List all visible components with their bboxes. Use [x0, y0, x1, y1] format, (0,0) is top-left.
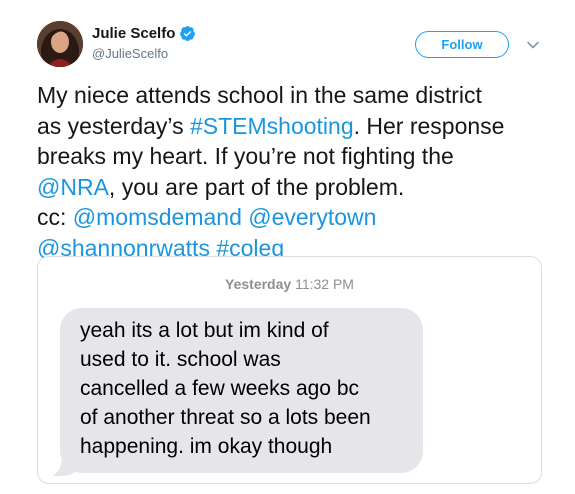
message-line: of another threat so a lots been — [80, 406, 371, 429]
tweet-line: @NRA, you are part of the problem. — [37, 172, 557, 203]
tweet-text-fragment: cc: — [37, 204, 73, 230]
tweet-line: breaks my heart. If you’re not fighting … — [37, 141, 557, 172]
message-line: happening. im okay though — [80, 435, 333, 458]
author-handle[interactable]: @JulieScelfo — [92, 46, 168, 61]
tweet-text-fragment: as yesterday’s — [37, 112, 190, 139]
mention-link[interactable]: @everytown — [248, 204, 376, 230]
author-display-name[interactable]: Julie Scelfo — [92, 25, 175, 42]
tweet-text: My niece attends school in the same dist… — [37, 80, 557, 263]
message-bubble-text: yeah its a lot but im kind of used to it.… — [80, 316, 420, 461]
message-timestamp: Yesterday 11:32 PM — [38, 276, 541, 292]
tweet-line: cc: @momsdemand @everytown — [37, 202, 557, 233]
message-timestamp-time: 11:32 PM — [295, 276, 354, 292]
tweet-line: as yesterday’s #STEMshooting. Her respon… — [37, 111, 557, 142]
follow-button[interactable]: Follow — [415, 31, 509, 58]
hashtag-link[interactable]: #STEMshooting — [190, 113, 354, 139]
tweet-text-fragment: breaks my heart. If you’re not fighting … — [37, 143, 454, 169]
message-line: yeah its a lot but im kind of — [80, 319, 329, 342]
message-line: used to it. school was — [80, 348, 281, 371]
tweet-text-fragment: My niece attends school in the same dist… — [37, 82, 482, 108]
tweet-text-fragment: , you are part of the problem. — [108, 173, 405, 200]
tweet-text-fragment: . Her response — [353, 112, 505, 139]
chevron-down-icon[interactable] — [526, 38, 540, 52]
mention-link[interactable]: @momsdemand — [73, 204, 242, 230]
mention-link[interactable]: @NRA — [37, 174, 109, 200]
message-timestamp-day: Yesterday — [225, 276, 292, 292]
author-name-row: Julie Scelfo — [92, 23, 196, 43]
avatar[interactable] — [37, 21, 83, 67]
tweet-line: My niece attends school in the same dist… — [37, 80, 557, 111]
message-line: cancelled a few weeks ago bc — [80, 377, 359, 400]
attached-image-card[interactable]: Yesterday 11:32 PM yeah its a lot but im… — [37, 256, 542, 484]
verified-badge-icon — [179, 25, 196, 42]
